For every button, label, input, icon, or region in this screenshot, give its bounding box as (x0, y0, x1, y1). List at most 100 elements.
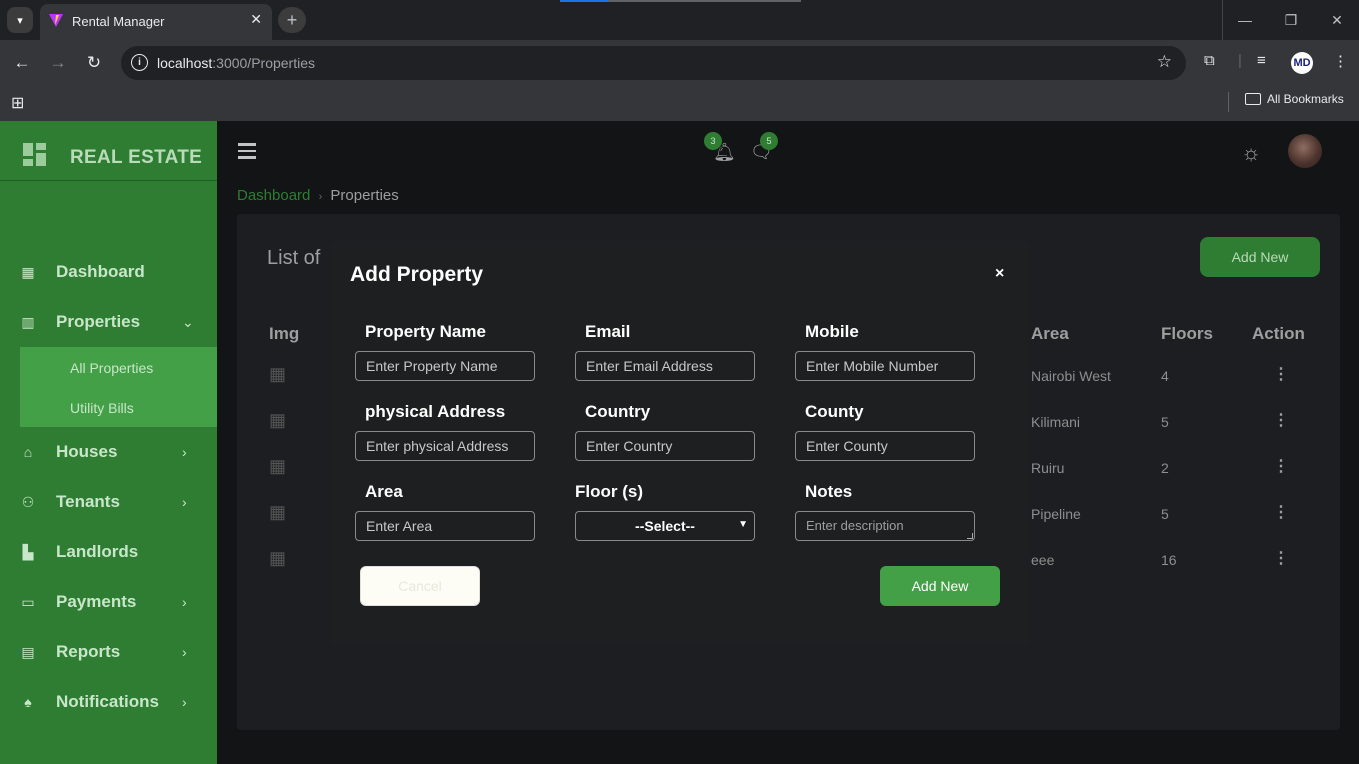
column-header-area: Area (1031, 324, 1069, 343)
sidebar-item-properties[interactable]: ▥ Properties ⌄ (0, 302, 217, 342)
sidebar-item-tenants[interactable]: ⚇ Tenants › (0, 482, 217, 522)
tab-title: Rental Manager (72, 14, 165, 29)
table-cell-floors: 16 (1161, 552, 1177, 568)
breadcrumb-dashboard-link[interactable]: Dashboard (237, 187, 310, 204)
table-cell-area: Pipeline (1031, 506, 1081, 522)
physical-address-input[interactable] (355, 431, 535, 461)
user-avatar[interactable] (1288, 134, 1322, 168)
chevron-down-icon: ▼ (738, 519, 748, 530)
country-input[interactable] (575, 431, 755, 461)
notes-textarea[interactable]: Enter description (795, 511, 975, 541)
brand[interactable]: REAL ESTATE (0, 121, 217, 181)
payment-card-icon: ▭ (21, 593, 35, 610)
chevron-down-icon: ⌄ (182, 313, 194, 330)
apps-grid-icon[interactable]: ⊞ (11, 93, 24, 113)
row-actions-kebab-icon[interactable]: ⋮ (1273, 456, 1289, 476)
sidebar-item-label: Tenants (56, 492, 120, 511)
sidebar-item-label: Reports (56, 642, 121, 661)
breadcrumb: Dashboard › Properties (237, 187, 399, 204)
sidebar-item-label: Notifications (56, 692, 159, 711)
email-input[interactable] (575, 351, 755, 381)
address-bar[interactable]: i localhost:3000/Properties ☆ (121, 46, 1186, 80)
reload-icon[interactable]: ↻ (82, 51, 106, 75)
submenu-all-properties[interactable]: All Properties (70, 360, 153, 376)
row-actions-kebab-icon[interactable]: ⋮ (1273, 548, 1289, 568)
messages-count-badge: 5 (760, 132, 778, 150)
table-cell-floors: 4 (1161, 368, 1169, 384)
new-tab-button[interactable]: + (278, 7, 306, 33)
country-label: Country (585, 402, 651, 421)
table-cell-area: Ruiru (1031, 460, 1065, 476)
chevron-right-icon: › (182, 644, 187, 660)
physical-address-label: physical Address (365, 402, 506, 421)
chevron-right-icon: › (182, 444, 187, 460)
users-icon: ⚇ (21, 493, 35, 510)
minimize-icon[interactable]: — (1222, 0, 1268, 40)
row-actions-kebab-icon[interactable]: ⋮ (1273, 364, 1289, 384)
floors-select[interactable]: --Select-- ▼ (575, 511, 755, 541)
restore-icon[interactable]: ❐ (1268, 0, 1314, 40)
all-bookmarks-label: All Bookmarks (1267, 92, 1344, 106)
submit-add-new-button[interactable]: Add New (880, 566, 1000, 606)
area-input[interactable] (355, 511, 535, 541)
resize-handle-icon[interactable] (967, 533, 973, 539)
sidebar-item-dashboard[interactable]: ▦ Dashboard (0, 252, 217, 292)
cancel-button[interactable]: Cancel (360, 566, 480, 606)
extensions-icon[interactable]: ⧉ (1204, 52, 1215, 69)
back-icon[interactable]: ← (10, 51, 34, 75)
browser-menu-icon[interactable]: ⋮ (1333, 52, 1348, 70)
close-icon[interactable]: × (995, 265, 1004, 283)
close-window-icon[interactable]: ✕ (1314, 0, 1359, 40)
property-image-icon: ▦ (269, 456, 287, 476)
property-image-icon: ▦ (269, 502, 287, 522)
table-cell-area: Nairobi West (1031, 368, 1111, 384)
table-cell-area: eee (1031, 552, 1055, 568)
area-label: Area (365, 482, 403, 501)
row-actions-kebab-icon[interactable]: ⋮ (1273, 502, 1289, 522)
theme-toggle-sun-icon[interactable]: ☼ (1241, 140, 1261, 166)
landlord-icon: ▙ (22, 543, 34, 560)
sidebar-item-houses[interactable]: ⌂ Houses › (0, 432, 217, 472)
sidebar-item-landlords[interactable]: ▙ Landlords (0, 532, 217, 572)
add-property-modal: Add Property × Property Name Email Mobil… (330, 241, 1030, 646)
media-control-icon[interactable]: ≡ (1257, 52, 1266, 69)
building-icon: ▥ (21, 313, 35, 330)
tab-search-icon[interactable]: ▾ (7, 7, 33, 33)
toolbar-divider: | (1238, 52, 1242, 69)
sidebar: REAL ESTATE ▦ Dashboard ▥ Properties ⌄ A… (0, 121, 217, 764)
url-text[interactable]: localhost:3000/Properties (157, 55, 315, 71)
bookmark-star-icon[interactable]: ☆ (1157, 52, 1172, 72)
county-input[interactable] (795, 431, 975, 461)
property-image-icon: ▦ (269, 410, 287, 430)
property-name-label: Property Name (365, 322, 486, 341)
sidebar-item-reports[interactable]: ▤ Reports › (0, 632, 217, 672)
site-info-icon[interactable]: i (131, 54, 148, 71)
profile-avatar[interactable]: MD (1291, 52, 1313, 74)
add-new-property-button[interactable]: Add New (1200, 237, 1320, 277)
tab-strip-track (608, 0, 801, 2)
report-icon: ▤ (21, 643, 35, 660)
folder-icon (1245, 93, 1261, 105)
dashboard-logo-icon (23, 143, 47, 167)
browser-tabbar: ▾ Rental Manager ✕ + — ❐ ✕ (0, 0, 1359, 40)
floors-label: Floor (s) (575, 482, 643, 501)
chevron-right-icon: › (182, 694, 187, 710)
sidebar-item-notifications[interactable]: ♠ Notifications › (0, 682, 217, 722)
sidebar-item-label: Landlords (56, 542, 139, 561)
table-cell-floors: 2 (1161, 460, 1169, 476)
notes-label: Notes (805, 482, 853, 501)
mobile-input[interactable] (795, 351, 975, 381)
page-title: List of (267, 247, 321, 269)
tab-close-icon[interactable]: ✕ (250, 11, 262, 28)
floors-select-value: --Select-- (635, 518, 695, 534)
submenu-utility-bills[interactable]: Utility Bills (70, 400, 134, 416)
menu-toggle-icon[interactable] (238, 143, 256, 163)
sidebar-item-label: Dashboard (56, 262, 145, 281)
forward-icon[interactable]: → (46, 51, 70, 75)
breadcrumb-current: Properties (330, 187, 399, 204)
property-name-input[interactable] (355, 351, 535, 381)
all-bookmarks-button[interactable]: All Bookmarks (1245, 92, 1344, 106)
sidebar-item-payments[interactable]: ▭ Payments › (0, 582, 217, 622)
row-actions-kebab-icon[interactable]: ⋮ (1273, 410, 1289, 430)
browser-tab[interactable]: Rental Manager ✕ (40, 4, 272, 40)
